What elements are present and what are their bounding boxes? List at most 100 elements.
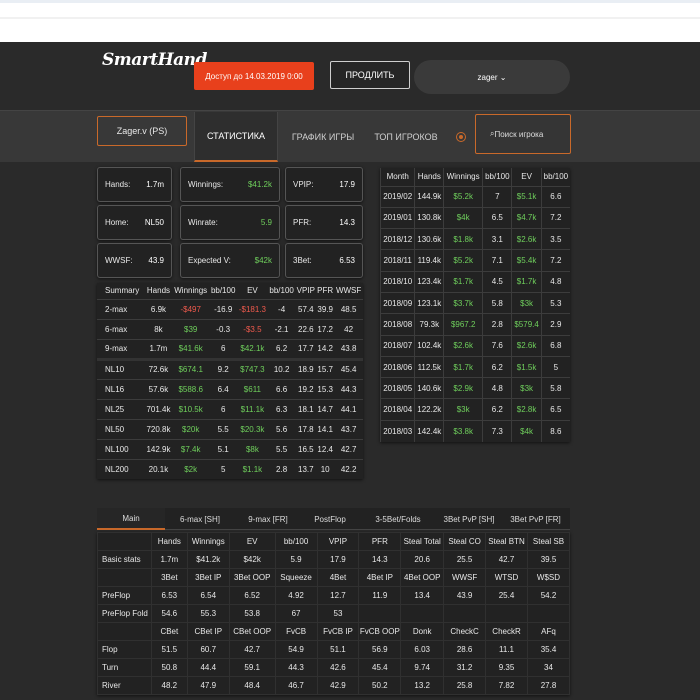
grid-cell: 28.6: [443, 640, 487, 659]
stats-tab[interactable]: 9-max [FR]: [235, 508, 301, 530]
target-icon[interactable]: [456, 132, 466, 142]
grid-cell: Steal SB: [526, 532, 571, 551]
table-cell: $2.6k: [511, 228, 542, 250]
stats-tab[interactable]: Main: [97, 508, 165, 530]
grid-cell: Basic stats: [97, 550, 152, 569]
table-cell: -$181.3: [237, 298, 268, 319]
grid-cell: 60.7: [186, 640, 230, 659]
table-cell: 13.7: [295, 458, 317, 479]
table-cell: $967.2: [443, 313, 483, 336]
table-row: 9-max 1.7m $41.6k 6 $42.1k 6.2 17.7 14.2 43.8: [97, 338, 363, 359]
grid-cell: 47.9: [186, 676, 230, 695]
table-cell: $8k: [237, 438, 268, 459]
table-cell: 9.2: [209, 357, 238, 379]
stats-tab[interactable]: 6-max [SH]: [165, 508, 235, 530]
player-search-input[interactable]: ⌕ Поиск игрока: [475, 114, 571, 154]
table-cell: 10.2: [267, 357, 296, 379]
stats-tab[interactable]: PostFlop: [301, 508, 359, 530]
table-cell: NL10: [97, 357, 145, 379]
table-cell: 22.6: [295, 318, 317, 339]
logo[interactable]: SmartHand: [102, 50, 207, 70]
grid-cell: 44.3: [274, 658, 318, 677]
table-cell: 701.4k: [144, 398, 173, 419]
column-header: bb/100: [482, 168, 512, 187]
stat-value: $41.2k: [247, 180, 272, 189]
stats-tab[interactable]: 3Bet PvP [SH]: [437, 508, 501, 530]
table-cell: 130.6k: [414, 228, 444, 250]
grid-cell: VPIP: [316, 532, 360, 551]
table-cell: NL16: [97, 378, 145, 399]
table-cell: $42.1k: [237, 338, 268, 359]
stat-card: PFR: 14.3: [285, 205, 363, 240]
table-cell: -$3.5: [237, 318, 268, 339]
extend-button[interactable]: ПРОДЛИТЬ: [330, 61, 410, 89]
grid-cell: 4.92: [274, 586, 318, 605]
grid-cell: 6.54: [186, 586, 230, 605]
table-cell: 2018/09: [379, 291, 415, 314]
grid-cell: PreFlop: [97, 586, 152, 605]
stat-label: Winrate:: [188, 218, 218, 227]
table-cell: $1.7k: [511, 270, 542, 293]
table-cell: 6.6: [267, 378, 296, 399]
table-cell: $11.1k: [237, 398, 268, 419]
table-cell: 18.1: [295, 398, 317, 419]
access-until-badge[interactable]: Доступ до 14.03.2019 0:00: [194, 62, 314, 90]
table-cell: 7.2: [540, 249, 570, 272]
table-cell: 5: [209, 458, 238, 479]
table-row: NL10 72.6k $674.1 9.2 $747.3 10.2 18.9 15.7 45.4: [97, 357, 363, 379]
tab-statistics[interactable]: СТАТИСТИКА: [194, 112, 278, 162]
table-cell: 2.8: [267, 458, 296, 479]
grid-cell: 27.8: [526, 676, 571, 695]
table-cell: 6.2: [267, 338, 296, 359]
table-cell: 7.1: [482, 249, 512, 272]
grid-cell: 42.7: [228, 640, 276, 659]
table-cell: $674.1: [172, 357, 210, 379]
grid-cell: PFR: [358, 532, 402, 551]
table-cell: 42: [334, 318, 363, 339]
grid-cell: $42k: [228, 550, 276, 569]
table-cell: 18.9: [295, 357, 317, 379]
table-cell: 5.8: [540, 377, 570, 399]
grid-cell: 50.8: [150, 658, 188, 677]
stat-value: 43.9: [148, 256, 164, 265]
table-cell: $7.4k: [172, 438, 210, 459]
table-row: NL25 701.4k $10.5k 6 $11.1k 6.3 18.1 14.7 44.1: [97, 398, 363, 419]
grid-cell: Squeeze: [274, 568, 318, 587]
grid-cell: 4Bet IP: [358, 568, 402, 587]
table-cell: 6.9k: [144, 298, 173, 319]
table-row: 2018/08 79.3k $967.2 2.8 $579.4 2.9: [379, 313, 570, 336]
grid-cell: 4Bet: [316, 568, 360, 587]
table-row: 2018/06 112.5k $1.7k 6.2 $1.5k 5: [379, 355, 570, 378]
table-cell: 2018/10: [379, 270, 415, 293]
table-cell: -4: [267, 298, 296, 319]
stats-tab[interactable]: 3Bet PvP [FR]: [501, 508, 570, 530]
table-cell: 6.8: [540, 334, 570, 357]
grid-cell: Donk: [400, 622, 445, 641]
grid-row: CBet CBet IP CBet OOP FvCB FvCB IP FvCB OOP Do…: [97, 622, 571, 641]
table-cell: $611: [237, 378, 268, 399]
tab-game-chart[interactable]: ГРАФИК ИГРЫ: [282, 112, 364, 162]
table-cell: 140.6k: [414, 377, 444, 399]
user-menu[interactable]: zager ⌄: [414, 60, 570, 94]
stats-tab[interactable]: 3-5Bet/Folds: [359, 508, 437, 530]
stat-value: NL50: [144, 218, 164, 227]
stat-label: PFR:: [293, 218, 312, 227]
stat-card: Expected V: $42k: [180, 243, 280, 278]
grid-cell: 31.2: [443, 658, 487, 677]
table-cell: $1.8k: [443, 228, 483, 250]
grid-cell: 14.3: [358, 550, 402, 569]
table-cell: 9-max: [97, 338, 145, 359]
grid-cell: 51.1: [316, 640, 360, 659]
account-selector[interactable]: Zager.v (PS): [97, 116, 187, 146]
column-header: EV: [247, 286, 258, 296]
stat-card: 3Bet: 6.53: [285, 243, 363, 278]
tab-top-players[interactable]: ТОП ИГРОКОВ: [366, 112, 446, 162]
column-header: bb/100: [210, 286, 236, 296]
table-cell: 5.5: [267, 438, 296, 459]
grid-cell: 7.82: [485, 676, 528, 695]
table-row: NL100 142.9k $7.4k 5.1 $8k 5.5 16.5 12.4 42.7: [97, 438, 363, 459]
grid-cell: 5.9: [274, 550, 318, 569]
table-cell: 2019/01: [379, 206, 415, 229]
table-cell: NL200: [97, 458, 145, 479]
table-cell: 6.3: [267, 398, 296, 419]
